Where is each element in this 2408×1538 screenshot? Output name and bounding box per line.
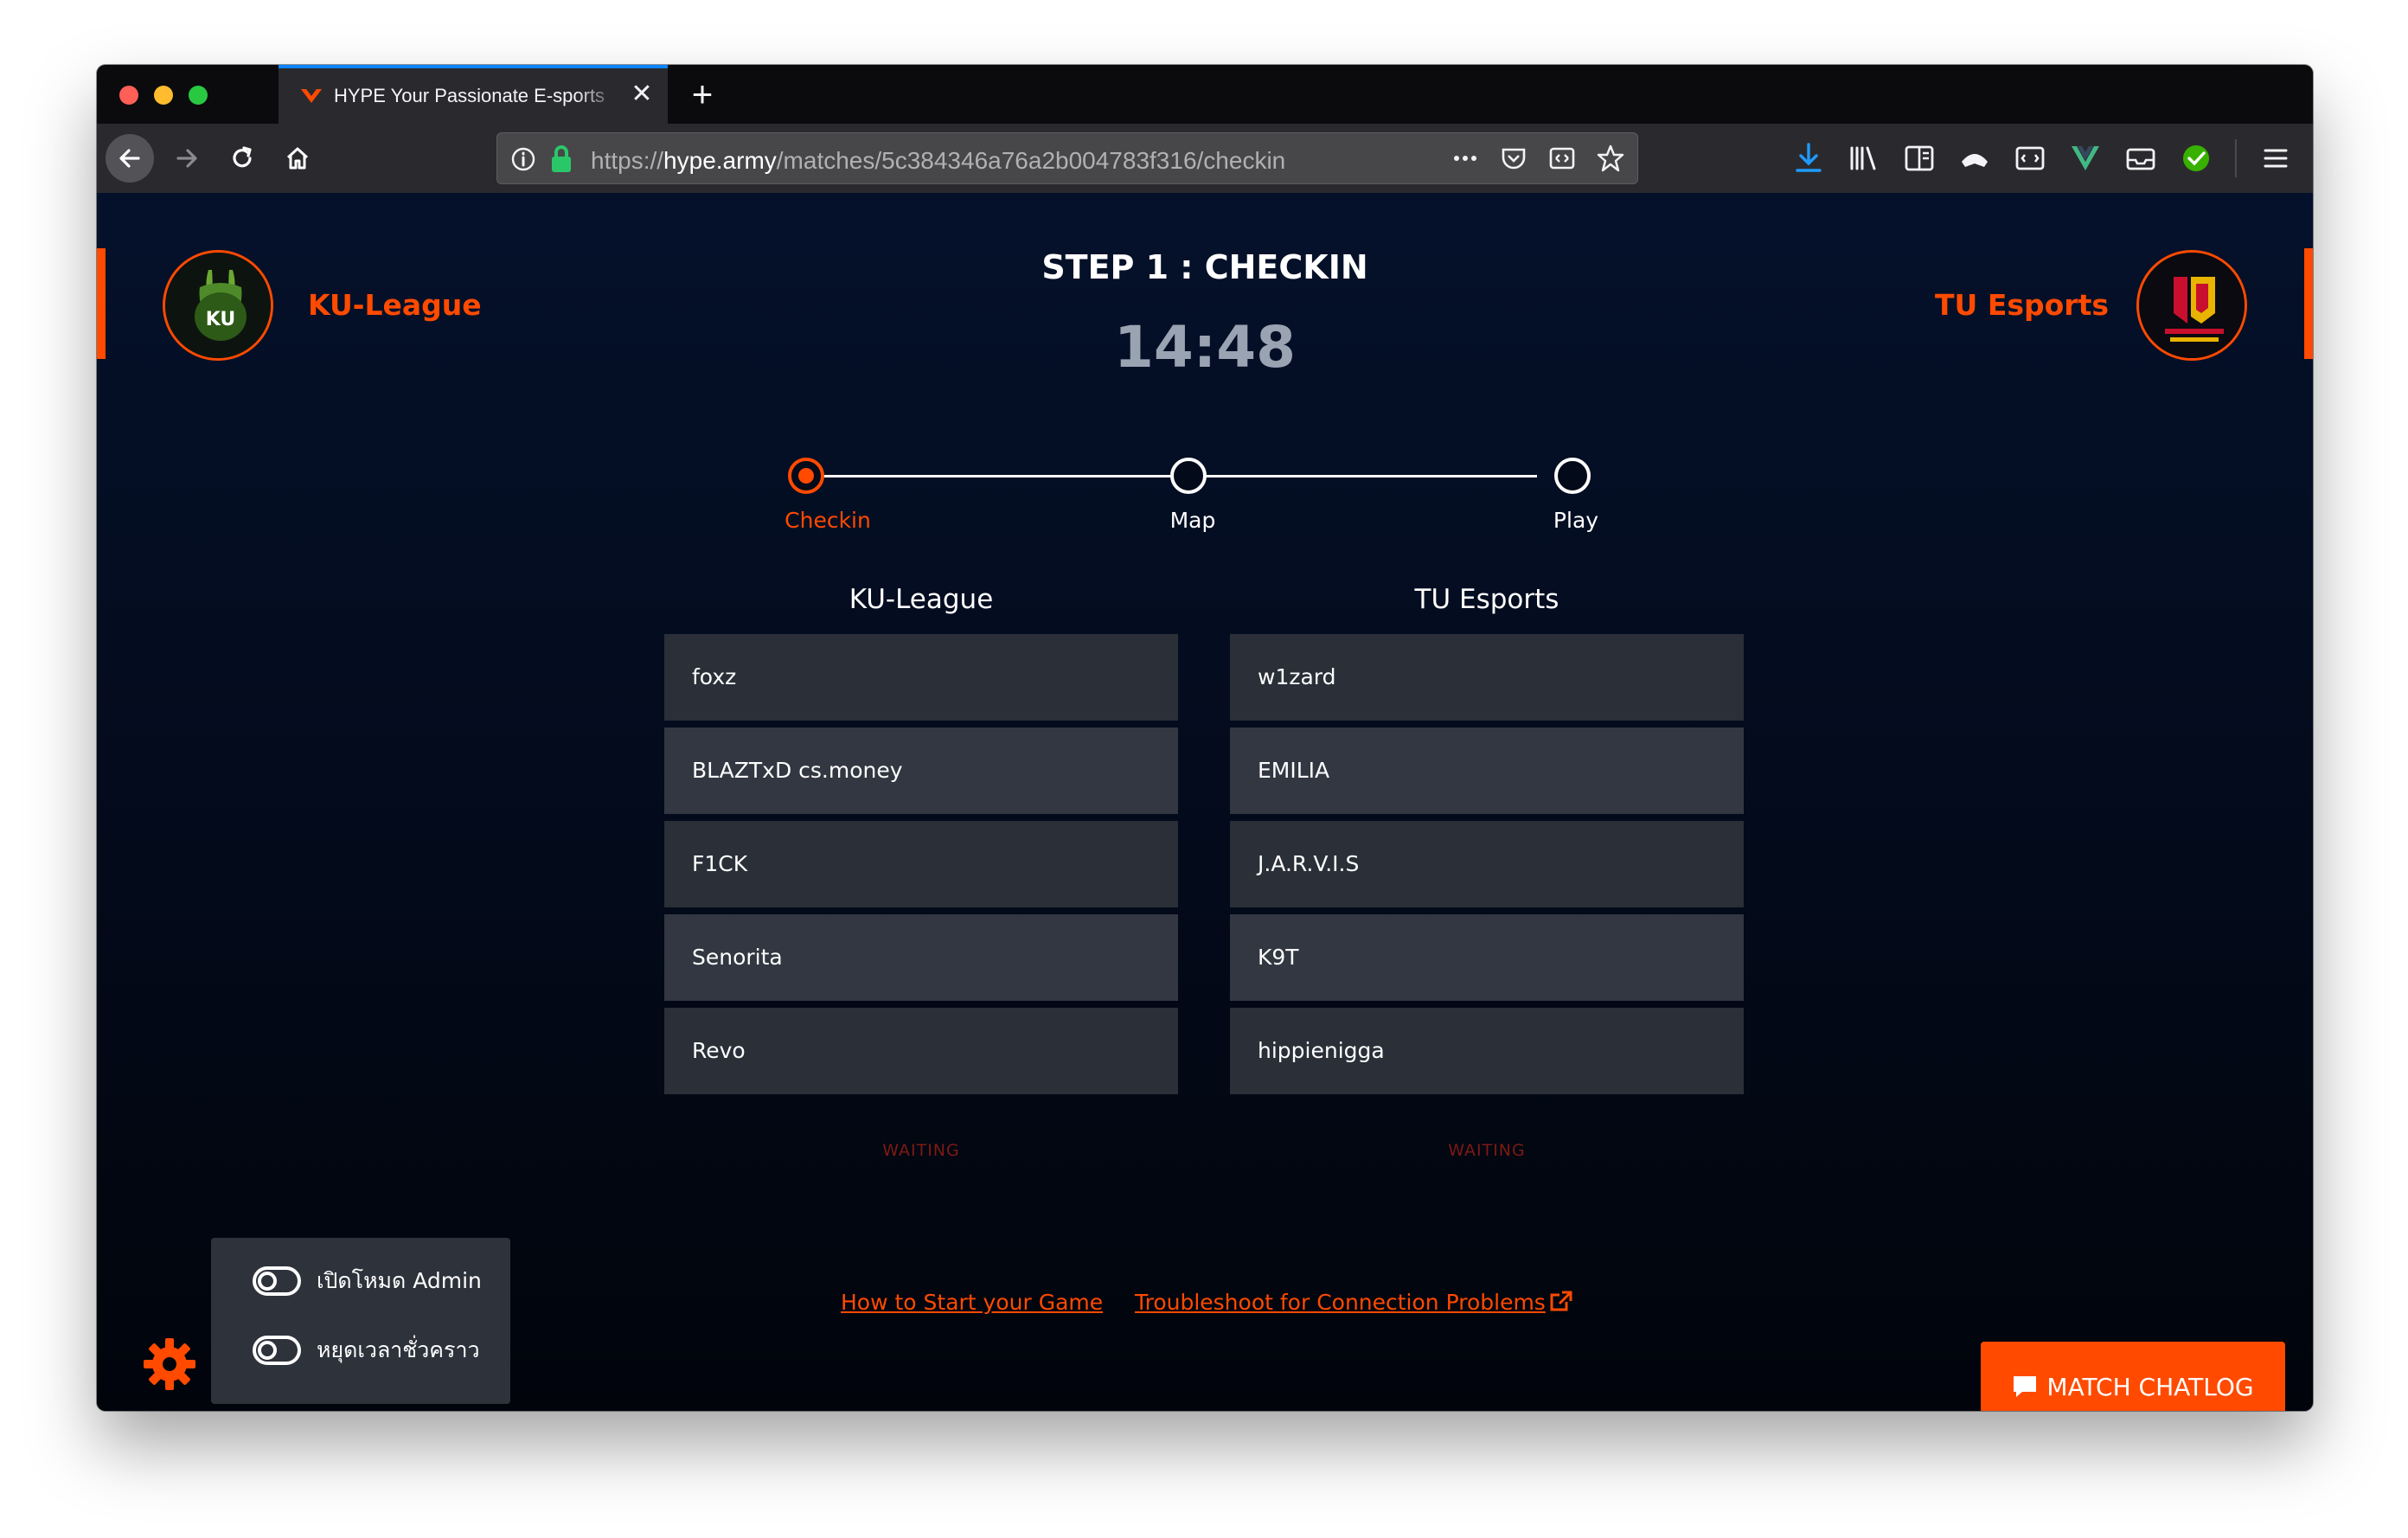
player-row: w1zard	[1230, 634, 1744, 721]
step-checkin-label: Checkin	[785, 508, 871, 533]
admin-panel: เปิดโหมด Admin หยุดเวลาชั่วคราว	[211, 1238, 510, 1404]
right-team-status: WAITING	[1448, 1141, 1526, 1160]
external-link-icon	[1550, 1291, 1572, 1311]
step-map-label: Map	[1169, 508, 1216, 533]
pause-timer-toggle[interactable]	[253, 1336, 301, 1365]
info-icon[interactable]	[509, 145, 537, 173]
player-row: Revo	[664, 1008, 1178, 1094]
back-button[interactable]	[106, 134, 154, 183]
pause-timer-row[interactable]: หยุดเวลาชั่วคราว	[253, 1333, 480, 1368]
browser-tab[interactable]: HYPE Your Passionate E-sports ✕	[279, 65, 668, 124]
player-row: K9T	[1230, 914, 1744, 1001]
url-scheme: https://	[591, 147, 664, 174]
forward-arrow-icon	[176, 149, 197, 168]
admin-mode-toggle[interactable]	[253, 1266, 301, 1296]
pause-timer-label: หยุดเวลาชั่วคราว	[317, 1337, 480, 1362]
screenshot-icon[interactable]	[2014, 141, 2046, 176]
admin-mode-label: เปิดโหมด Admin	[317, 1268, 482, 1293]
zoom-window-button[interactable]	[189, 86, 208, 105]
troubleshoot-link[interactable]: Troubleshoot for Connection Problems	[1135, 1290, 1573, 1315]
url-host: hype.army	[663, 147, 777, 174]
match-chatlog-button[interactable]: MATCH CHATLOG	[1981, 1342, 2285, 1411]
tray-icon[interactable]	[2124, 141, 2157, 176]
hype-favicon-icon	[301, 89, 322, 103]
step-play-label: Play	[1553, 508, 1599, 533]
match-page: KU KU-League TU Esports STEP 1 : CHECKIN…	[97, 193, 2313, 1411]
vue-devtools-icon[interactable]	[2069, 141, 2102, 176]
player-row: J.A.R.V.I.S	[1230, 821, 1744, 907]
toolbar-right	[1792, 139, 2292, 177]
home-icon	[286, 147, 309, 170]
url-bar[interactable]: https://hype.army/matches/5c384346a76a2b…	[496, 132, 1638, 184]
player-row: F1CK	[664, 821, 1178, 907]
url-actions	[1451, 144, 1625, 173]
player-row: foxz	[664, 634, 1178, 721]
browser-window: HYPE Your Passionate E-sports ✕ + https:…	[97, 65, 2313, 1411]
left-roster-title: KU-League	[849, 584, 994, 615]
chat-bubble-icon	[2014, 1376, 2037, 1397]
reload-icon	[233, 146, 252, 168]
close-window-button[interactable]	[119, 86, 138, 105]
navigation-bar: https://hype.army/matches/5c384346a76a2b…	[97, 124, 2313, 193]
step-play-dot	[1554, 458, 1591, 494]
minimize-window-button[interactable]	[154, 86, 173, 105]
new-tab-button[interactable]: +	[682, 74, 723, 115]
url-text[interactable]: https://hype.army/matches/5c384346a76a2b…	[591, 147, 1285, 175]
step-map-dot	[1170, 458, 1207, 494]
admin-mode-row[interactable]: เปิดโหมด Admin	[253, 1264, 482, 1298]
hamburger-menu-icon[interactable]	[2259, 141, 2292, 176]
troubleshoot-link-text: Troubleshoot for Connection Problems	[1135, 1290, 1546, 1315]
home-button[interactable]	[273, 134, 322, 183]
right-team-roster: TU Esports w1zard EMILIA J.A.R.V.I.S K9T…	[1230, 584, 1744, 1160]
player-row: BLAZTxD cs.money	[664, 727, 1178, 814]
title-bar: HYPE Your Passionate E-sports ✕ +	[97, 65, 2313, 124]
url-path: /matches/5c384346a76a2b004783f316/checki…	[776, 147, 1286, 174]
downloads-icon[interactable]	[1792, 141, 1825, 176]
bookmark-star-icon[interactable]	[1596, 144, 1625, 173]
left-team-roster: KU-League foxz BLAZTxD cs.money F1CK Sen…	[664, 584, 1178, 1160]
settings-gear-icon[interactable]	[142, 1336, 197, 1392]
player-row: EMILIA	[1230, 727, 1744, 814]
reader-view-icon[interactable]	[1547, 144, 1577, 173]
match-chatlog-label: MATCH CHATLOG	[2046, 1372, 2254, 1401]
match-stepper: Checkin Map Play	[97, 193, 2313, 556]
tab-title: HYPE Your Passionate E-sports	[334, 85, 605, 106]
sidebar-icon[interactable]	[1903, 141, 1936, 176]
step-checkin-dot	[788, 458, 824, 494]
checkmark-extension-icon[interactable]	[2180, 141, 2213, 176]
player-row: hippienigga	[1230, 1008, 1744, 1094]
lock-icon	[552, 145, 571, 172]
reload-button[interactable]	[218, 134, 266, 183]
player-row: Senorita	[664, 914, 1178, 1001]
close-tab-icon[interactable]: ✕	[628, 80, 656, 108]
private-mask-icon[interactable]	[1958, 141, 1991, 176]
how-to-start-link[interactable]: How to Start your Game	[841, 1290, 1103, 1315]
toolbar-separator	[2235, 139, 2237, 177]
left-team-status: WAITING	[882, 1141, 960, 1160]
forward-button[interactable]	[163, 134, 211, 183]
library-icon[interactable]	[1848, 141, 1880, 176]
pocket-icon[interactable]	[1499, 144, 1528, 173]
more-actions-icon[interactable]	[1451, 144, 1480, 173]
right-roster-title: TU Esports	[1414, 584, 1559, 615]
back-arrow-icon	[119, 149, 140, 168]
